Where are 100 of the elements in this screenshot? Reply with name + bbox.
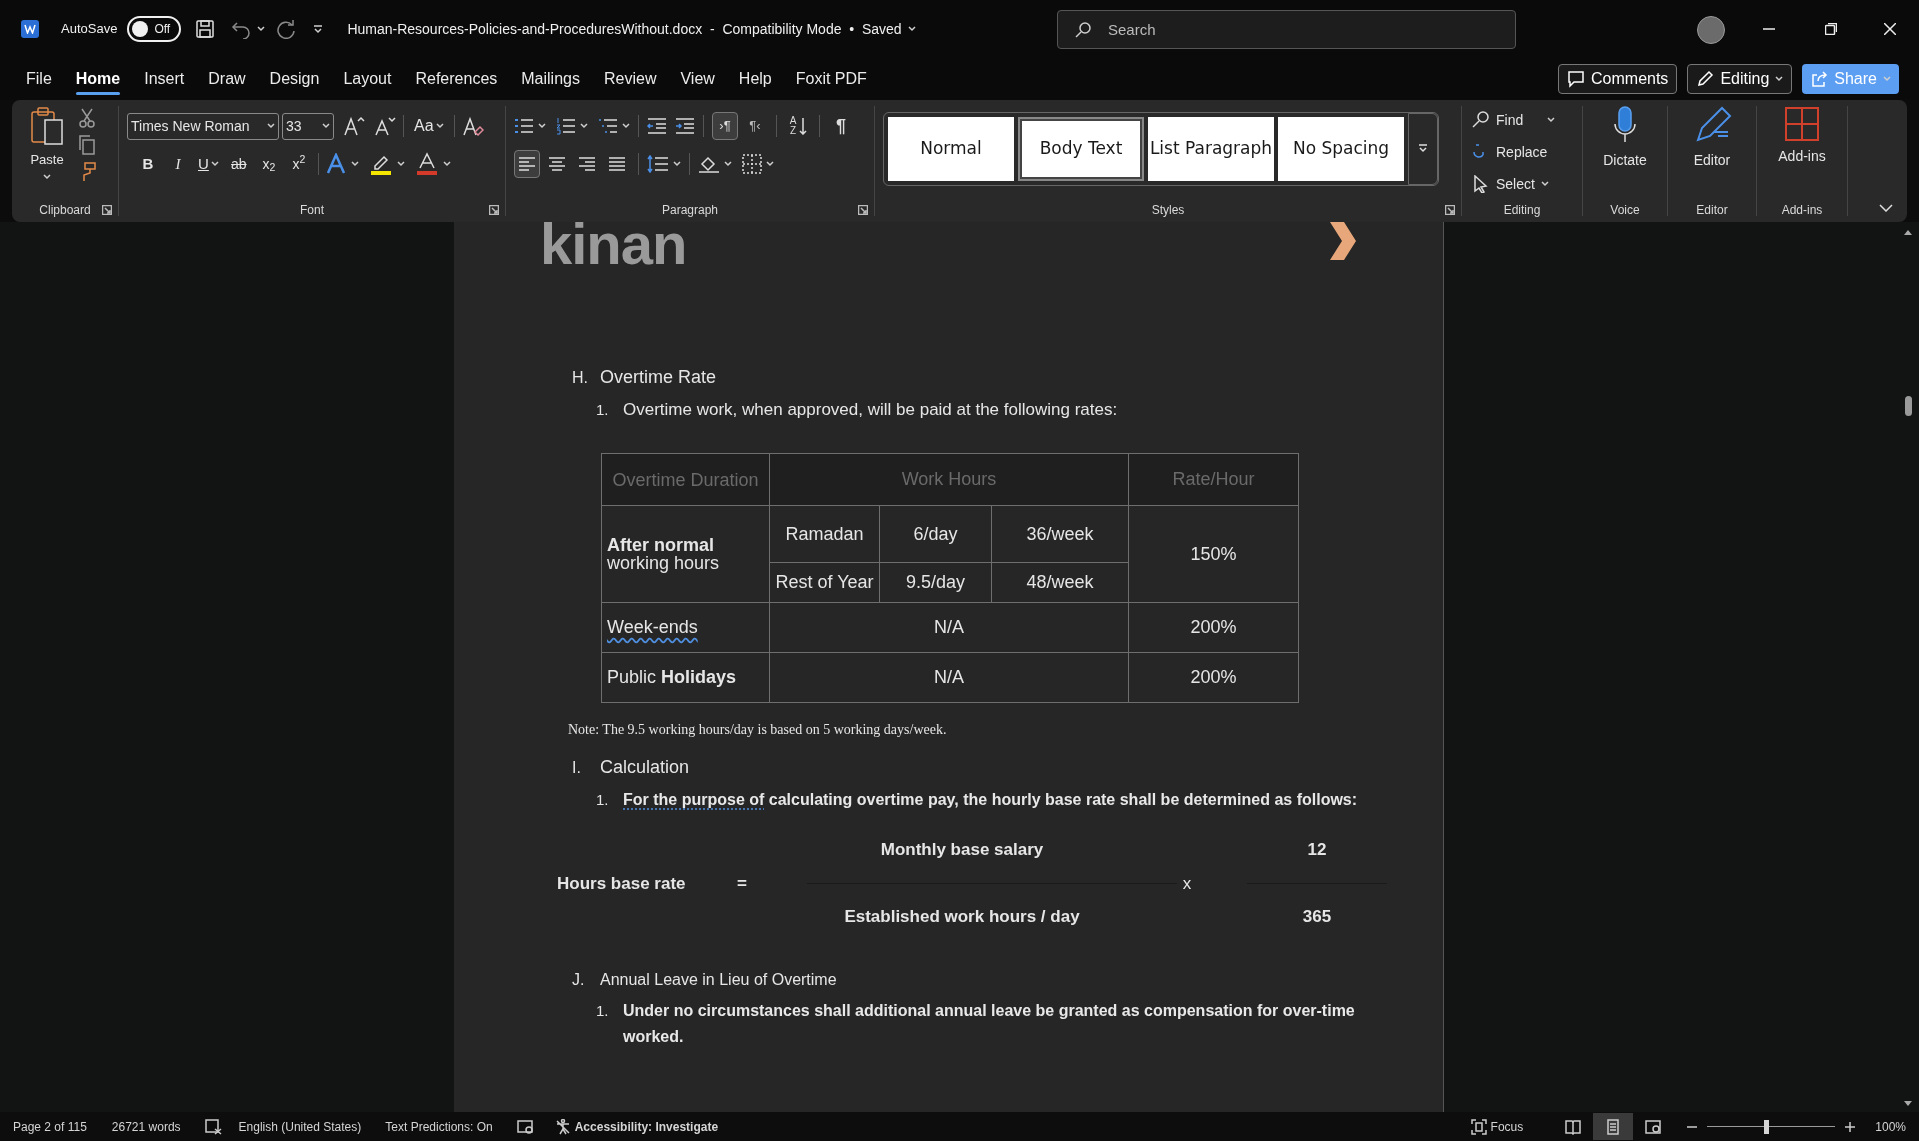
bullets-icon[interactable] (514, 117, 534, 135)
sort-button[interactable]: AZ (785, 112, 811, 140)
menu-tab[interactable]: File (16, 61, 62, 97)
collapse-ribbon-icon[interactable] (1879, 204, 1893, 212)
caret-icon[interactable] (1775, 76, 1784, 82)
italic-button[interactable]: I (165, 150, 191, 178)
accessibility-button[interactable]: Accessibility: Investigate (554, 1117, 719, 1136)
replace-button[interactable]: Replace (1472, 138, 1556, 166)
decrease-indent-icon[interactable] (647, 117, 667, 135)
save-icon[interactable] (195, 19, 216, 39)
caret-icon[interactable] (1547, 117, 1556, 123)
menu-tab[interactable]: View (670, 61, 725, 97)
focus-button[interactable]: Focus (1470, 1117, 1524, 1136)
search-icon[interactable] (1075, 22, 1091, 38)
left-to-right-button[interactable]: ›¶ (712, 112, 738, 140)
dialog-launcher-icon[interactable] (102, 205, 112, 215)
caret-icon[interactable] (724, 161, 732, 167)
caret-icon[interactable] (580, 123, 588, 129)
menu-tab[interactable]: Foxit PDF (785, 61, 877, 97)
word-count[interactable]: 26721 words (111, 1117, 181, 1136)
avatar[interactable] (1697, 16, 1725, 44)
caret-icon[interactable] (210, 161, 219, 167)
caret-icon[interactable] (907, 26, 916, 32)
zoom-slider[interactable] (1707, 1119, 1836, 1134)
menu-tab[interactable]: Home (65, 61, 131, 97)
proofing-icon[interactable] (204, 1118, 223, 1135)
customize-icon[interactable] (313, 24, 324, 34)
caret-icon[interactable] (766, 161, 774, 167)
clear-formatting-icon[interactable] (461, 115, 484, 137)
increase-indent-icon[interactable] (675, 117, 695, 135)
style-option[interactable]: Normal (888, 117, 1014, 181)
menu-tab[interactable]: Review (593, 61, 667, 97)
change-case-button[interactable]: Aa (411, 112, 447, 140)
line-spacing-icon[interactable] (647, 155, 669, 173)
menu-tab[interactable]: Draw (198, 61, 256, 97)
editing-button[interactable]: Editing (1687, 64, 1793, 94)
caret-icon[interactable] (43, 173, 51, 180)
align-center-icon[interactable] (548, 155, 566, 173)
shrink-font-icon[interactable] (374, 115, 396, 137)
dialog-launcher-icon[interactable] (489, 205, 499, 215)
underline-button[interactable]: U (195, 150, 222, 178)
caret-icon[interactable] (622, 123, 630, 129)
style-option[interactable]: Body Text (1018, 117, 1144, 181)
caret-icon[interactable] (396, 161, 405, 167)
menu-tab[interactable]: Mailings (511, 61, 590, 97)
restore-icon[interactable] (1825, 23, 1837, 35)
caret-icon[interactable] (435, 123, 444, 129)
caret-icon[interactable] (350, 161, 359, 167)
redo-icon[interactable] (275, 19, 298, 39)
cut-icon[interactable] (78, 108, 96, 128)
scroll-up-icon[interactable] (1903, 228, 1913, 236)
dictate-button[interactable]: Dictate (1595, 100, 1655, 198)
zoom-in-icon[interactable] (1845, 1121, 1856, 1132)
caret-icon[interactable] (538, 123, 546, 129)
shading-icon[interactable] (698, 154, 720, 174)
right-to-left-button[interactable]: ¶‹ (742, 112, 768, 140)
dialog-launcher-icon[interactable] (858, 205, 868, 215)
text-effects-icon[interactable] (324, 153, 347, 175)
search-field[interactable]: Search (1057, 10, 1516, 49)
print-view-button[interactable] (1593, 1113, 1634, 1140)
bold-button[interactable]: B (135, 150, 161, 178)
zoom-slider-thumb[interactable] (1764, 1119, 1770, 1134)
macro-icon[interactable] (516, 1118, 535, 1135)
scroll-down-icon[interactable] (1903, 1100, 1913, 1108)
style-option[interactable]: List Paragraph (1148, 117, 1274, 181)
font-size-field[interactable]: 33 (282, 112, 334, 140)
copy-icon[interactable] (78, 135, 96, 155)
menu-tab[interactable]: Help (728, 61, 782, 97)
caret-icon[interactable] (673, 161, 681, 167)
share-icon[interactable] (1810, 70, 1829, 88)
font-color-icon[interactable] (414, 152, 439, 176)
comments-button[interactable]: Comments (1558, 64, 1678, 94)
font-name-field[interactable]: Times New Roman (127, 112, 279, 140)
align-left-icon[interactable] (518, 155, 536, 173)
scrollbar-thumb[interactable] (1904, 396, 1912, 416)
show-marks-button[interactable]: ¶ (828, 112, 854, 140)
paste-button[interactable]: Paste (22, 106, 72, 198)
numbering-icon[interactable] (556, 117, 576, 135)
select-button[interactable]: Select (1472, 170, 1556, 198)
menu-tab[interactable]: Insert (134, 61, 195, 97)
align-left-button[interactable] (514, 150, 540, 178)
menu-tab[interactable]: Layout (333, 61, 402, 97)
grow-font-icon[interactable] (343, 115, 365, 137)
caret-icon[interactable] (257, 26, 266, 32)
more-styles-button[interactable] (1408, 113, 1438, 185)
caret-icon[interactable] (267, 123, 275, 129)
align-right-icon[interactable] (578, 155, 596, 173)
caret-icon[interactable] (322, 123, 330, 129)
pencil-icon[interactable] (1696, 70, 1715, 88)
add-ins-button[interactable]: Add-ins (1770, 100, 1834, 198)
caret-icon[interactable] (1540, 181, 1549, 187)
zoom-level[interactable]: 100% (1875, 1117, 1906, 1136)
text-predictions-status[interactable]: Text Predictions: On (385, 1117, 493, 1136)
multilevel-list-icon[interactable] (598, 117, 618, 135)
borders-icon[interactable] (742, 154, 762, 174)
strikethrough-button[interactable]: ab (225, 150, 252, 178)
menu-tab[interactable]: References (405, 61, 508, 97)
comment-icon[interactable] (1567, 70, 1585, 88)
find-button[interactable]: Find (1472, 106, 1556, 134)
editor-button[interactable]: Editor (1684, 100, 1740, 198)
